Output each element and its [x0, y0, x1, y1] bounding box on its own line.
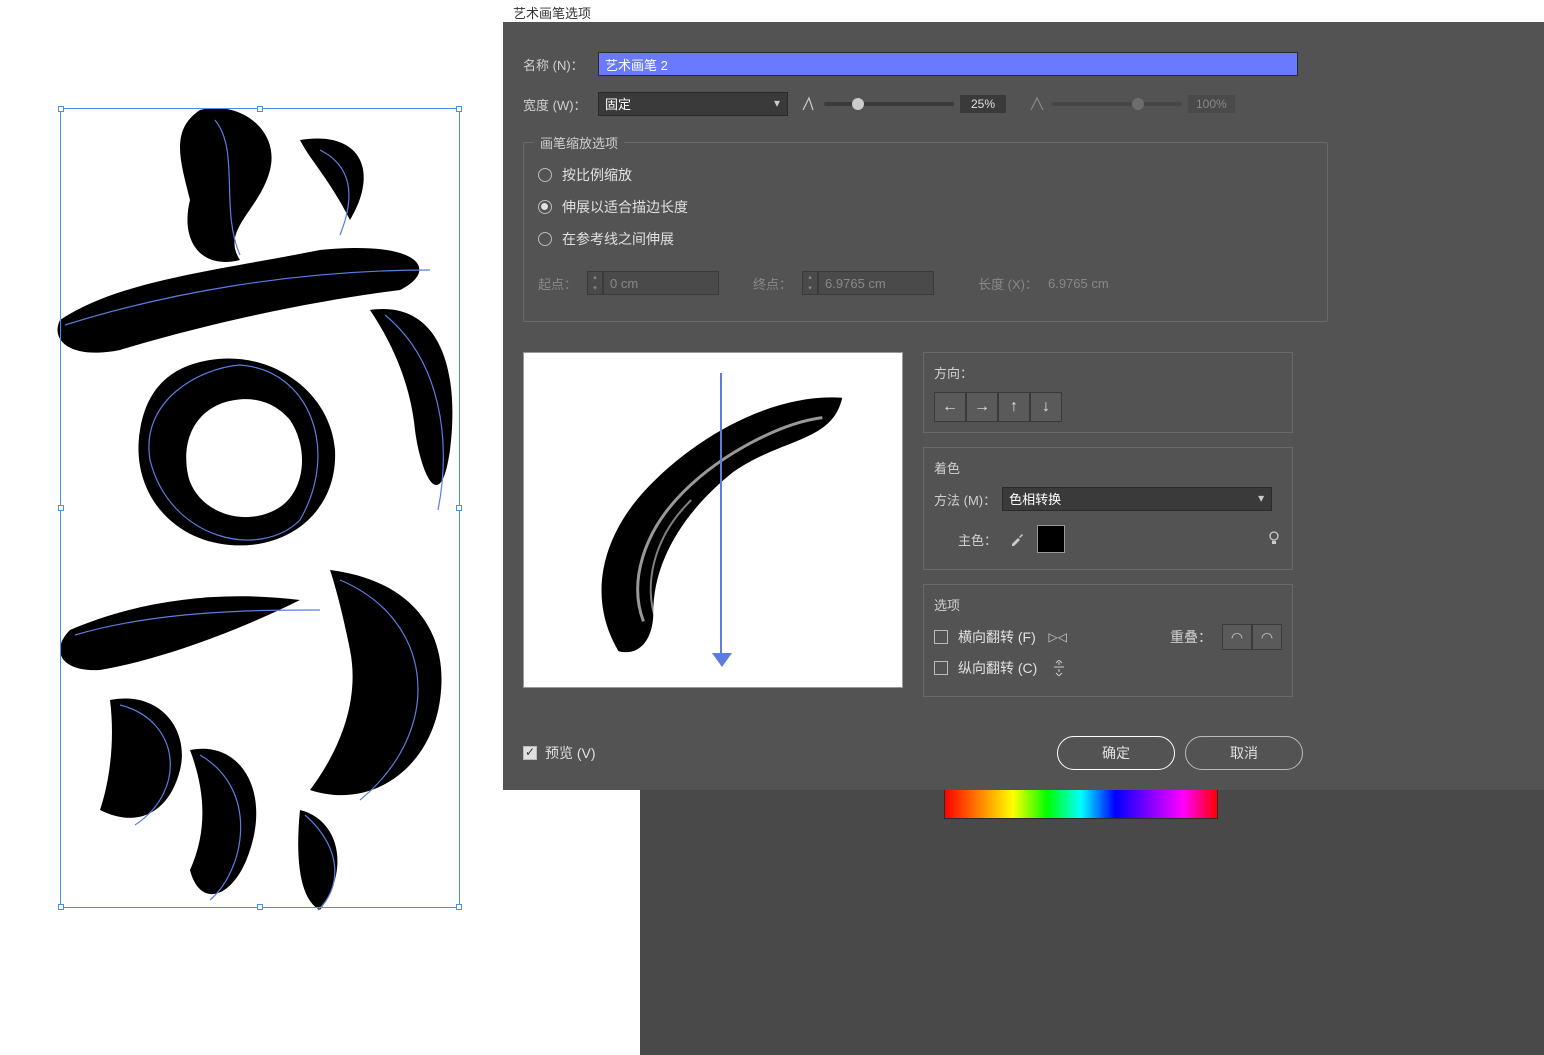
options-group: 选项 横向翻转 (F) ▷◁ 重叠： ◠ ◠ 纵向翻转 (C) — [923, 584, 1293, 697]
tips-bulb-icon[interactable] — [1266, 530, 1282, 549]
direction-down-button[interactable]: ↓ — [1030, 392, 1062, 422]
dialog-titlebar[interactable]: 艺术画笔选项 — [503, 0, 1544, 22]
color-spectrum-strip[interactable] — [944, 787, 1218, 819]
selection-bounding-box[interactable] — [60, 108, 460, 908]
overlap-option-1-button[interactable]: ◠ — [1222, 624, 1252, 650]
colorization-title: 着色 — [934, 458, 1282, 477]
width-mode-select[interactable]: 固定 — [598, 92, 788, 116]
direction-up-button[interactable]: ↑ — [998, 392, 1030, 422]
colorization-method-select[interactable]: 色相转换 — [1002, 487, 1272, 511]
scale-stretch-radio[interactable]: 伸展以适合描边长度 — [538, 197, 688, 217]
keycolor-swatch[interactable] — [1037, 525, 1065, 553]
overlap-label: 重叠： — [1170, 627, 1212, 647]
flip-vertical-icon — [1047, 658, 1071, 678]
flip-horizontal-checkbox[interactable] — [934, 630, 948, 644]
cancel-button[interactable]: 取消 — [1185, 736, 1303, 770]
scale-group-title: 画笔缩放选项 — [534, 133, 624, 152]
options-title: 选项 — [934, 595, 1282, 614]
brush-name-input[interactable] — [598, 52, 1298, 76]
resize-handle[interactable] — [456, 106, 462, 112]
brush-preview — [523, 352, 903, 688]
resize-handle[interactable] — [58, 505, 64, 511]
colorization-group: 着色 方法 (M)： 色相转换 主色： — [923, 447, 1293, 570]
direction-arrow-icon — [720, 373, 722, 663]
arrow-head-icon — [712, 653, 732, 667]
resize-handle[interactable] — [58, 904, 64, 910]
width-max-icon — [1028, 95, 1046, 113]
direction-group: 方向： ← → ↑ ↓ — [923, 352, 1293, 433]
preview-checkbox[interactable] — [523, 746, 537, 760]
preview-label: 预览 (V) — [545, 743, 596, 763]
scale-proportional-radio[interactable]: 按比例缩放 — [538, 165, 632, 185]
width-label: 宽度 (W)： — [523, 95, 598, 114]
direction-left-button[interactable]: ← — [934, 392, 966, 422]
width-slider-2 — [1052, 102, 1182, 106]
name-label: 名称 (N)： — [523, 55, 598, 74]
resize-handle[interactable] — [257, 904, 263, 910]
method-label: 方法 (M)： — [934, 490, 996, 509]
dialog-title: 艺术画笔选项 — [513, 3, 591, 22]
width-percent-2: 100% — [1188, 95, 1235, 113]
width-min-icon — [800, 95, 818, 113]
length-label: 长度 (X)： — [978, 274, 1038, 293]
keycolor-label: 主色： — [958, 530, 997, 549]
width-slider-1[interactable] — [824, 102, 954, 106]
flip-vertical-checkbox[interactable] — [934, 661, 948, 675]
resize-handle[interactable] — [257, 106, 263, 112]
end-spinner: ▴▾ — [802, 271, 934, 295]
length-value: 6.9765 cm — [1048, 276, 1109, 291]
ok-button[interactable]: 确定 — [1057, 736, 1175, 770]
direction-title: 方向： — [934, 363, 1282, 382]
start-spinner: ▴▾ — [587, 271, 719, 295]
resize-handle[interactable] — [456, 904, 462, 910]
flip-horizontal-icon: ▷◁ — [1046, 627, 1070, 647]
resize-handle[interactable] — [58, 106, 64, 112]
start-label: 起点： — [538, 274, 577, 293]
art-brush-options-dialog: 艺术画笔选项 名称 (N)： 宽度 (W)： 固定 25% — [503, 0, 1544, 790]
resize-handle[interactable] — [456, 505, 462, 511]
end-label: 终点： — [753, 274, 792, 293]
direction-right-button[interactable]: → — [966, 392, 998, 422]
scale-guides-radio[interactable]: 在参考线之间伸展 — [538, 229, 674, 249]
overlap-option-2-button[interactable]: ◠ — [1252, 624, 1282, 650]
eyedropper-icon[interactable] — [1007, 529, 1027, 549]
brush-scale-options-group: 画笔缩放选项 按比例缩放 伸展以适合描边长度 在参考线之间伸展 起点： ▴▾ 终… — [523, 142, 1328, 322]
width-percent-1[interactable]: 25% — [960, 95, 1006, 113]
